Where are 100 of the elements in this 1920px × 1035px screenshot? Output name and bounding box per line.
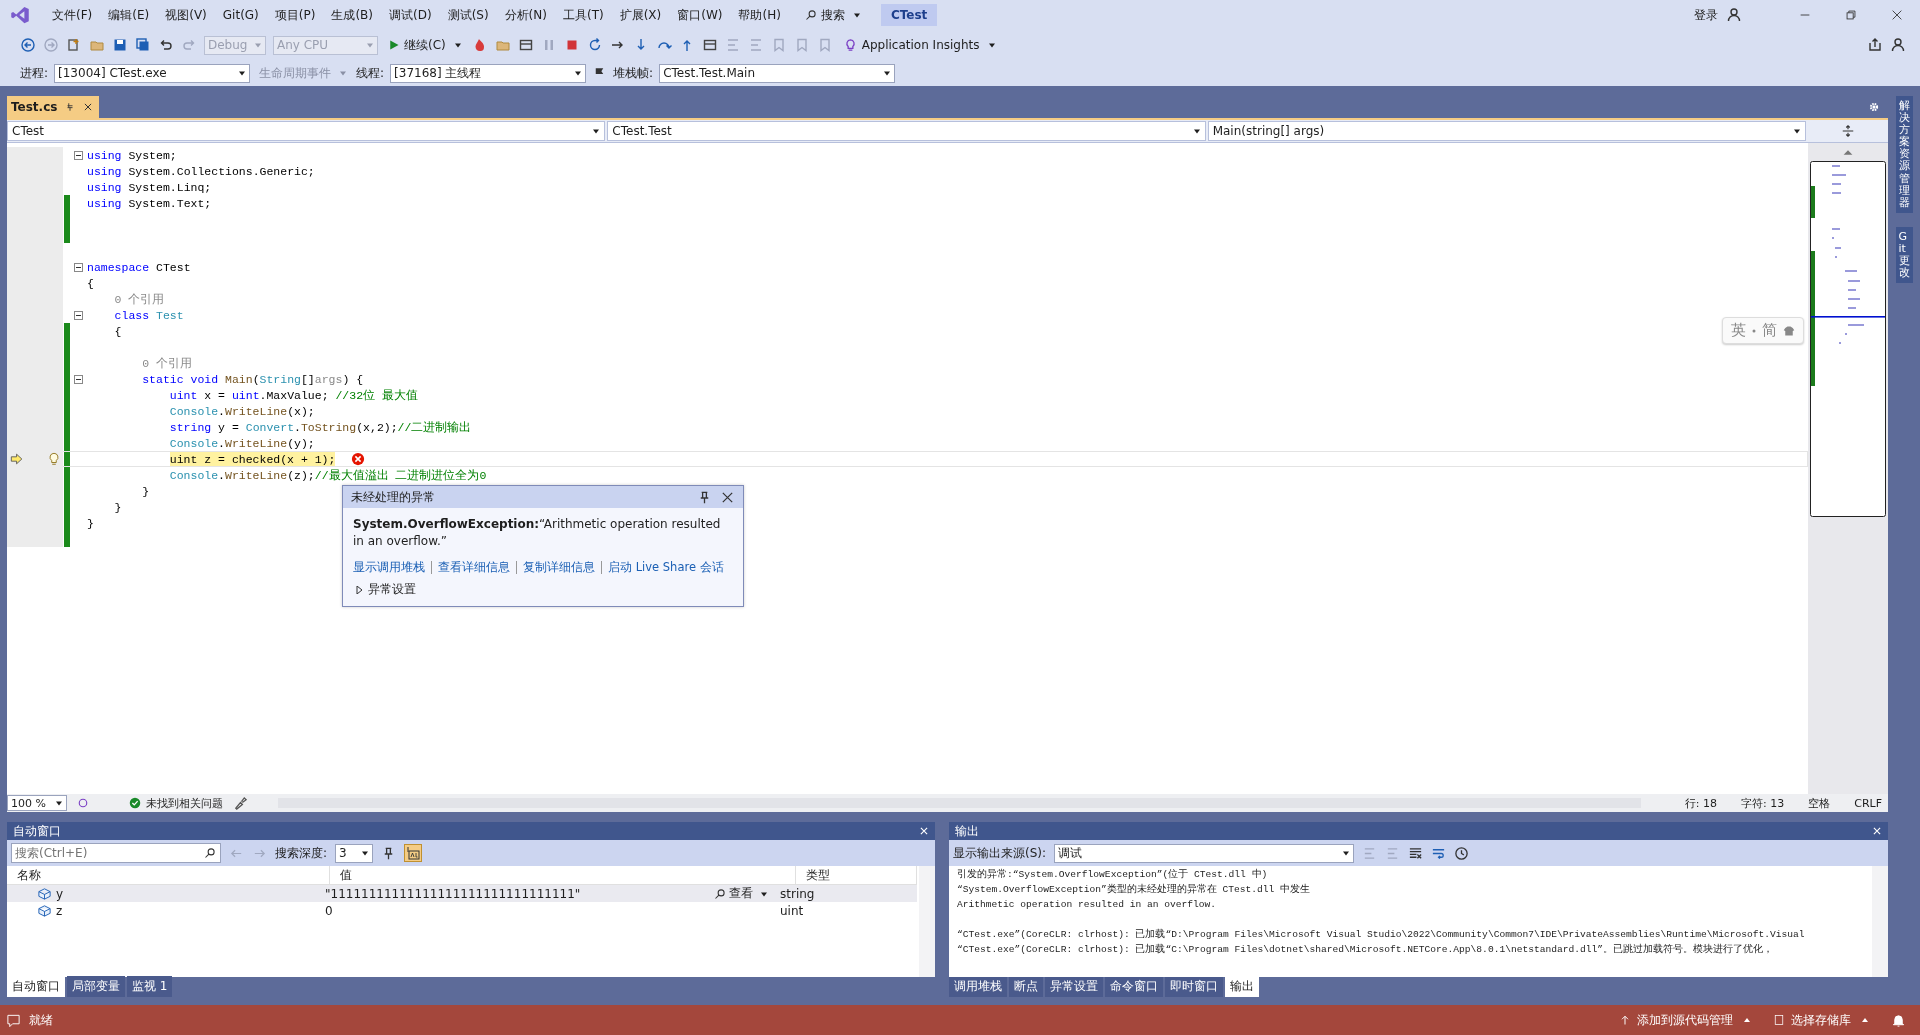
lightbulb-icon[interactable] (47, 451, 61, 467)
document-tab[interactable]: Test.cs (7, 96, 100, 118)
panel-tab[interactable]: 断点 (1009, 976, 1043, 997)
zoom-dropdown[interactable]: 100 % (7, 795, 67, 811)
menu-item[interactable]: 扩展(X) (611, 6, 670, 24)
continue-button[interactable]: 继续(C) (385, 36, 465, 54)
panel-tab[interactable]: 自动窗口 (7, 976, 65, 997)
panel-tab[interactable]: 监视 1 (127, 976, 173, 997)
column-header[interactable]: 名称 (7, 866, 330, 884)
popup-link[interactable]: 启动 Live Share 会话 (608, 560, 724, 575)
bell-icon[interactable] (1891, 1012, 1906, 1028)
back-icon[interactable] (20, 37, 36, 53)
hex-display-icon[interactable] (404, 844, 423, 862)
exception-settings-toggle[interactable]: 异常设置 (355, 581, 731, 598)
variable-value: "11111111111111111111111111111111" (325, 886, 581, 901)
menu-item[interactable]: 视图(V) (157, 6, 215, 24)
popup-link[interactable]: 复制详细信息 (523, 560, 595, 575)
menu-item[interactable]: 测试(S) (439, 6, 497, 24)
person-icon[interactable] (1890, 37, 1906, 53)
code-line: Console.WriteLine(y); (169, 435, 315, 451)
collapse-icon[interactable] (74, 262, 83, 272)
code-line: Console.WriteLine(z);//最大值溢出 二进制进位全为0 (169, 467, 487, 483)
save-icon[interactable] (112, 37, 128, 53)
close-icon[interactable] (83, 102, 94, 112)
select-repository-button[interactable]: 选择存储库 (1773, 1011, 1869, 1029)
panel-tab[interactable]: 即时窗口 (1165, 976, 1223, 997)
menu-item[interactable]: 文件(F) (44, 6, 101, 24)
caret-icon (1342, 849, 1351, 857)
repository-icon (1773, 1014, 1785, 1026)
input-method-widget[interactable]: 英 简 (1722, 317, 1804, 344)
menu-item[interactable]: 调试(D) (381, 6, 440, 24)
search-depth-dropdown[interactable]: 3 (335, 843, 374, 863)
code-line: } (114, 499, 122, 515)
pin-icon[interactable] (65, 102, 76, 112)
application-insights-button[interactable]: Application Insights (839, 37, 999, 53)
menu-item[interactable]: 帮助(H) (730, 6, 789, 24)
save-all-icon[interactable] (135, 37, 151, 53)
side-tab[interactable]: Git 更改 (1895, 226, 1913, 284)
add-to-source-control-button[interactable]: 添加到源代码管理 (1619, 1011, 1751, 1029)
scrollbar-track[interactable] (1808, 143, 1888, 794)
navigation-dropdown[interactable]: CTest.Test (607, 121, 1206, 141)
new-item-icon[interactable] (66, 37, 82, 53)
collapse-icon[interactable] (74, 150, 83, 160)
menu-item[interactable]: 编辑(E) (100, 6, 158, 24)
menu-item[interactable]: Git(G) (214, 8, 267, 22)
code-line: { (114, 323, 122, 339)
navigation-dropdown[interactable]: CTest (7, 121, 606, 141)
brush-icon[interactable] (233, 795, 248, 811)
menu-item[interactable]: 窗口(W) (669, 6, 731, 24)
panel-title: 输出 (955, 822, 979, 840)
clock-icon[interactable] (1454, 845, 1470, 861)
variable-row[interactable]: y "11111111111111111111111111111111" 查看 string (7, 885, 917, 902)
thread-dropdown[interactable]: [37168] 主线程 (390, 63, 587, 83)
code-line: Console.WriteLine(x); (169, 403, 315, 419)
visualizer-button[interactable]: 查看 (714, 885, 768, 902)
window-layout-icon[interactable] (517, 37, 534, 53)
search-button[interactable]: 搜索 (798, 6, 867, 24)
scroll-up-icon[interactable] (1841, 148, 1855, 156)
issues-status[interactable]: 未找到相关问题 (129, 795, 223, 811)
menu-item[interactable]: 工具(T) (554, 6, 612, 24)
dot-icon (1752, 328, 1756, 333)
clear-all-icon[interactable] (1408, 845, 1424, 861)
menu-item[interactable]: 分析(N) (496, 6, 555, 24)
settings-icon[interactable] (1868, 101, 1880, 113)
collapse-icon[interactable] (74, 374, 83, 384)
undo-icon[interactable] (158, 37, 174, 53)
column-header[interactable]: 类型 (796, 866, 917, 884)
grid-icon[interactable] (701, 37, 718, 53)
share-icon[interactable] (1867, 37, 1883, 53)
menu-item[interactable]: 项目(P) (266, 6, 324, 24)
search-field[interactable]: 搜索(Ctrl+E) (11, 843, 221, 863)
stack-frame-dropdown[interactable]: CTest.Test.Main (659, 63, 896, 83)
output-source-label: 显示输出来源(S): (953, 844, 1047, 862)
process-dropdown[interactable]: [13004] CTest.exe (54, 63, 251, 83)
circle-icon[interactable] (77, 797, 89, 809)
person-icon[interactable] (1726, 7, 1742, 23)
variable-row[interactable]: z 0 uint (7, 902, 917, 919)
panel-tab[interactable]: 调用堆栈 (949, 976, 1007, 997)
redo-icon[interactable] (181, 37, 197, 53)
panel-tab[interactable]: 局部变量 (67, 976, 125, 997)
column-header[interactable]: 值 (330, 866, 796, 884)
sign-in-link[interactable]: 登录 (1694, 6, 1718, 24)
caret-icon (254, 41, 262, 49)
forward-icon[interactable] (43, 37, 59, 53)
navigation-dropdown[interactable]: Main(string[] args) (1207, 121, 1806, 141)
vertical-scrollbar[interactable] (1872, 866, 1888, 977)
panel-tab[interactable]: 异常设置 (1045, 976, 1103, 997)
output-line: 引发的异常:“System.OverflowException”(位于 CTest.dll 中) (957, 869, 1268, 880)
popup-link[interactable]: 查看详细信息 (438, 560, 510, 575)
side-tab[interactable]: 解决方案资源管理器 (1895, 96, 1913, 213)
restore-icon[interactable] (1844, 8, 1858, 22)
popup-link[interactable]: 显示调用堆栈 (353, 560, 425, 575)
collapse-icon[interactable] (74, 310, 83, 320)
close-icon[interactable] (1890, 8, 1904, 22)
panel-tab[interactable]: 命令窗口 (1105, 976, 1163, 997)
output-source-dropdown[interactable]: 调试 (1054, 843, 1355, 863)
vertical-scrollbar[interactable] (919, 866, 935, 977)
menu-item[interactable]: 生成(B) (323, 6, 381, 24)
panel-tab[interactable]: 输出 (1225, 976, 1259, 997)
minimap-drawing[interactable] (1810, 161, 1886, 517)
